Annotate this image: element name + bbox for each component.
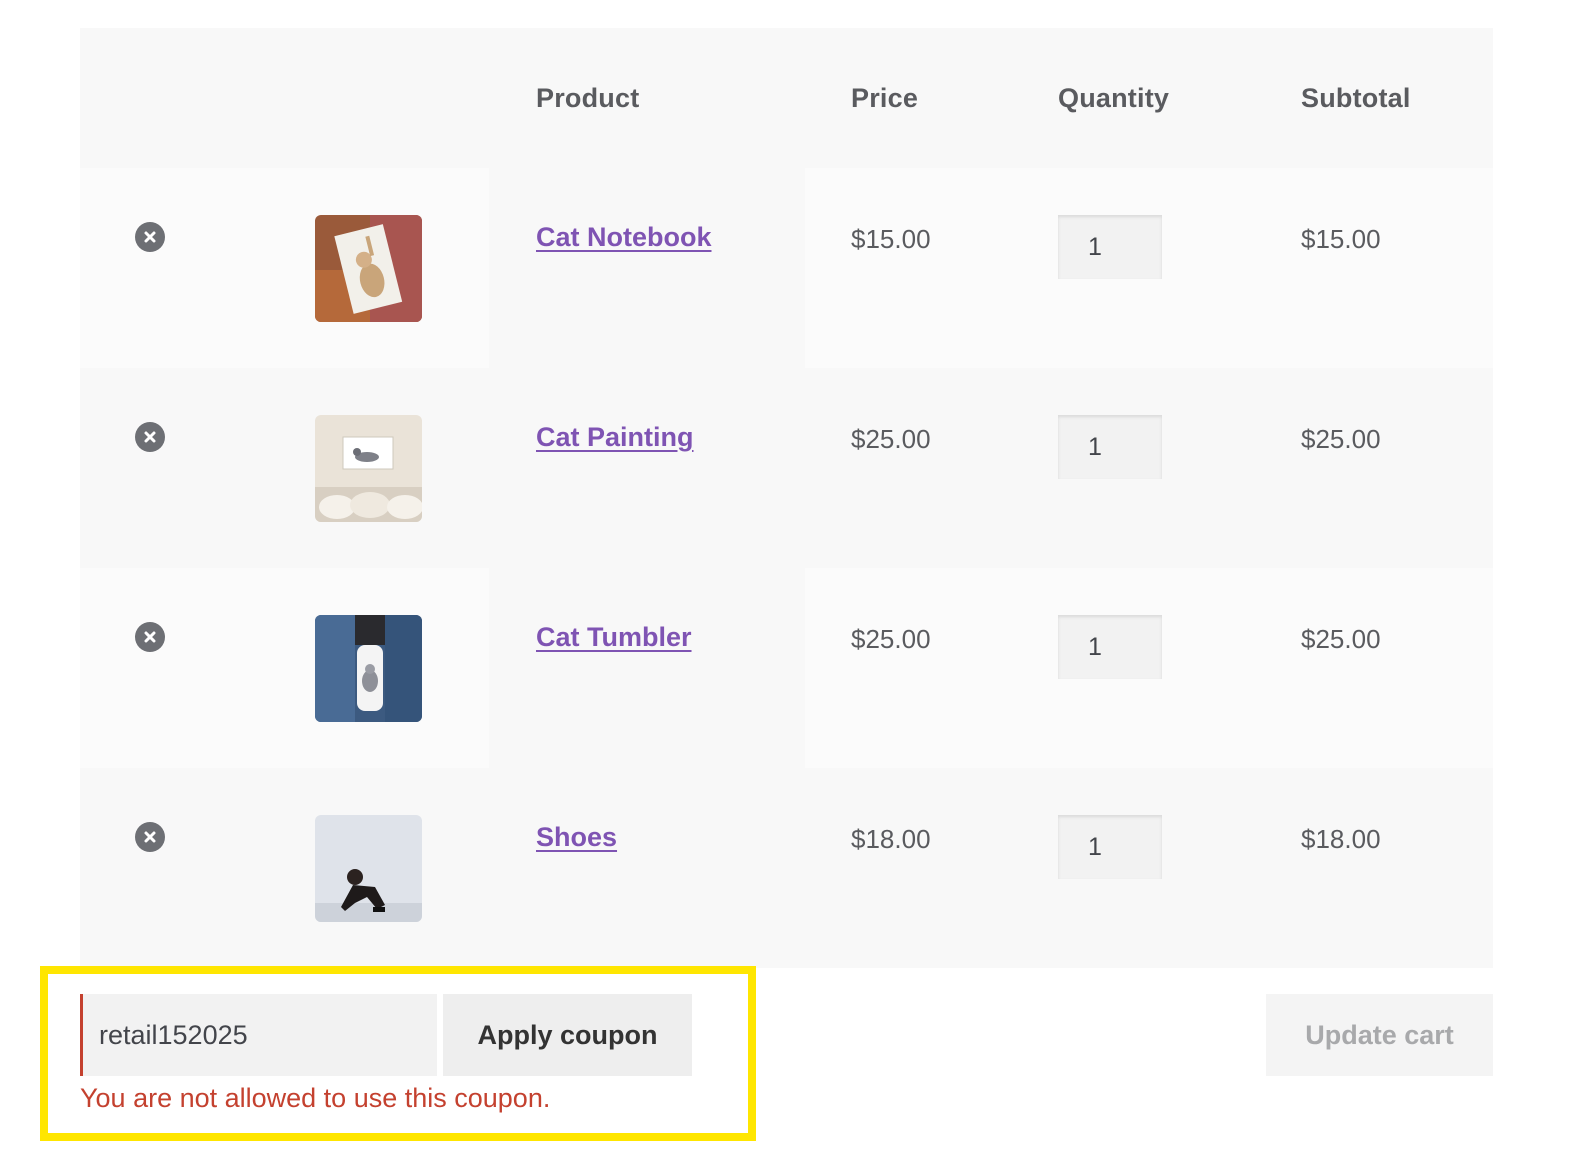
product-price: $18.00 xyxy=(851,824,931,854)
remove-item-button[interactable] xyxy=(135,222,165,252)
remove-item-button[interactable] xyxy=(135,422,165,452)
shoes-image[interactable] xyxy=(315,815,422,922)
close-circle-icon xyxy=(144,831,156,843)
product-link[interactable]: Cat Tumbler xyxy=(536,622,692,653)
header-price: Price xyxy=(851,83,919,113)
product-link[interactable]: Cat Painting xyxy=(536,422,694,453)
close-circle-icon xyxy=(144,631,156,643)
table-row: Cat Notebook $15.00 $15.00 xyxy=(80,168,1493,368)
close-circle-icon xyxy=(144,431,156,443)
table-row: Cat Painting $25.00 $25.00 xyxy=(80,368,1493,568)
quantity-input[interactable] xyxy=(1058,815,1162,879)
header-product: Product xyxy=(536,83,640,113)
coupon-error-message: You are not allowed to use this coupon. xyxy=(80,1083,551,1113)
apply-coupon-button[interactable]: Apply coupon xyxy=(443,994,692,1076)
table-header: Product Price Quantity Subtotal xyxy=(80,28,1493,168)
remove-item-button[interactable] xyxy=(135,822,165,852)
product-link[interactable]: Shoes xyxy=(536,822,617,853)
product-subtotal: $25.00 xyxy=(1301,424,1381,454)
cat-notebook-image[interactable] xyxy=(315,215,422,322)
cat-painting-image[interactable] xyxy=(315,415,422,522)
table-row: Cat Tumbler $25.00 $25.00 xyxy=(80,568,1493,768)
product-price: $15.00 xyxy=(851,224,931,254)
quantity-input[interactable] xyxy=(1058,615,1162,679)
product-subtotal: $25.00 xyxy=(1301,624,1381,654)
product-price: $25.00 xyxy=(851,424,931,454)
remove-item-button[interactable] xyxy=(135,622,165,652)
product-price: $25.00 xyxy=(851,624,931,654)
header-subtotal: Subtotal xyxy=(1301,83,1411,113)
quantity-input[interactable] xyxy=(1058,415,1162,479)
product-subtotal: $15.00 xyxy=(1301,224,1381,254)
product-subtotal: $18.00 xyxy=(1301,824,1381,854)
cat-tumbler-image[interactable] xyxy=(315,615,422,722)
coupon-code-input[interactable] xyxy=(80,994,437,1076)
quantity-input[interactable] xyxy=(1058,215,1162,279)
update-cart-button[interactable]: Update cart xyxy=(1266,994,1493,1076)
table-row: Shoes $18.00 $18.00 xyxy=(80,768,1493,968)
header-quantity: Quantity xyxy=(1058,83,1170,113)
product-link[interactable]: Cat Notebook xyxy=(536,222,712,253)
close-circle-icon xyxy=(144,231,156,243)
